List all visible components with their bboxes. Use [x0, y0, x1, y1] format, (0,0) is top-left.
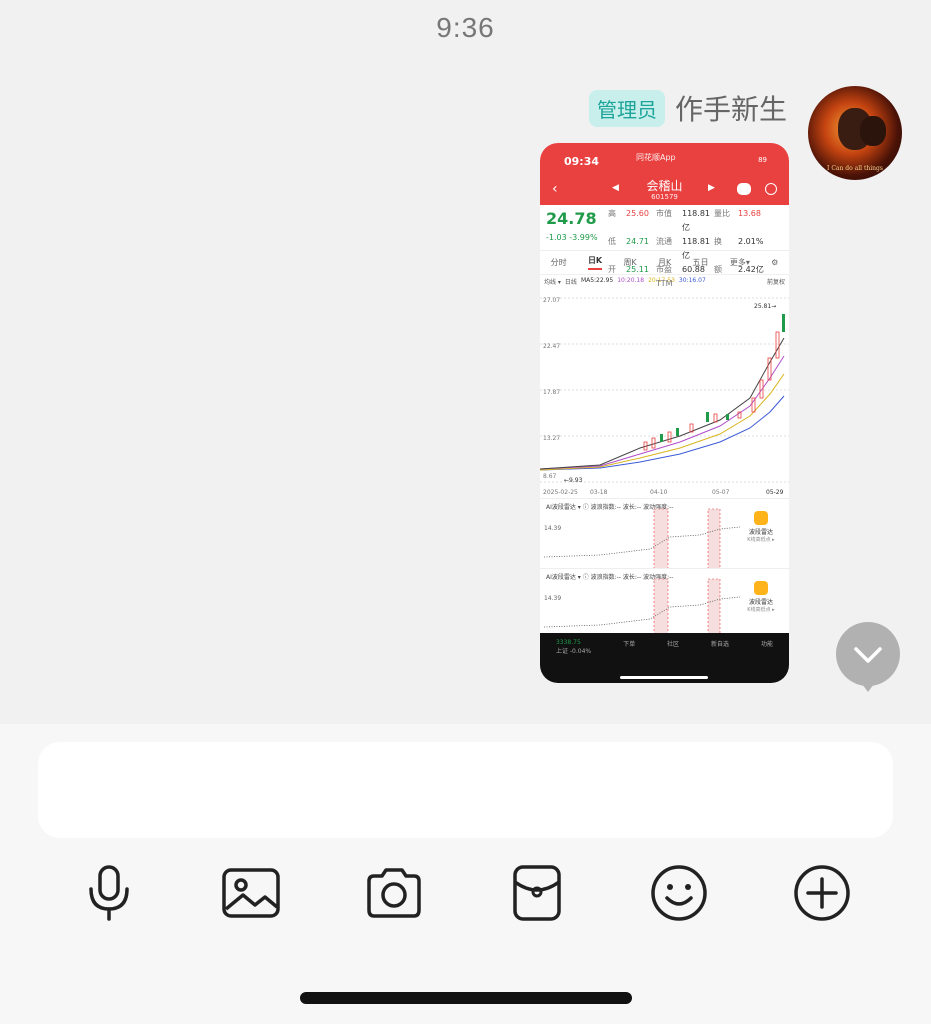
admin-badge: 管理员 [588, 89, 665, 127]
x-tick-3: 04-10 [650, 489, 668, 496]
avatar-caption: I Can do all things [827, 165, 883, 172]
ma-type: 均线 ▾ [544, 279, 561, 286]
plus-icon [794, 865, 850, 921]
q-pe-label: 市盈TTM [656, 265, 673, 288]
scroll-to-bottom-button[interactable] [836, 622, 900, 692]
q-amt-label: 额 [714, 265, 722, 274]
q-vr-label: 量比 [714, 209, 730, 218]
shot-stock-name: 会稽山 [646, 179, 683, 193]
q-high: 25.60 [626, 209, 649, 218]
shot-battery: 89 [758, 156, 767, 164]
x-tick-2: 03-18 [590, 489, 608, 496]
shot-time: 09:34 [564, 155, 600, 168]
shot-index-name: 上证 -0.04% [555, 648, 592, 655]
q-turn-label: 换 [714, 237, 722, 246]
shot-kline-chart: 27.07 22.47 17.87 13.27 8.67 25.81→ ←9.9… [540, 288, 789, 498]
composer [0, 724, 931, 1024]
red-packet-button[interactable] [502, 858, 572, 928]
home-indicator [300, 992, 632, 1004]
q-open-label: 开 [608, 265, 616, 274]
x-tick-1: 2025-02-25 [543, 489, 578, 496]
microphone-icon [89, 865, 129, 921]
panel-1-radar: 波段雷达 K线高低点 ▸ [739, 511, 783, 543]
q-float-label: 流通 [656, 237, 672, 246]
camera-button[interactable] [359, 858, 429, 928]
ma20-line [540, 373, 785, 471]
status-time: 9:36 [436, 12, 495, 43]
image-message[interactable]: 09:34 同花顺App 89 ‹ ◀ ▶ 会稽山 601579 24.78 -… [540, 143, 789, 683]
q-low-label: 低 [608, 237, 616, 246]
shot-change: -1.03 -3.99% [546, 233, 598, 242]
shot-quote-grid: 高 25.60 市值 118.81亿 量比 13.68 低 24.71 流通 1… [608, 207, 785, 291]
red-packet-icon [513, 865, 561, 921]
kline-svg: 27.07 22.47 17.87 13.27 8.67 25.81→ ←9.9… [540, 297, 789, 496]
q-mcap-label: 市值 [656, 209, 672, 218]
panel-2-radar-label: 波段雷达 [748, 599, 773, 606]
avatar[interactable]: I Can do all things [808, 86, 902, 180]
voice-button[interactable] [74, 858, 144, 928]
y-tick-2: 22.47 [543, 343, 560, 350]
shot-tab-intraday: 分时 [550, 258, 567, 267]
candles [643, 314, 785, 451]
q-vr: 13.68 [738, 209, 761, 218]
q-mcap: 118.81亿 [682, 209, 710, 232]
y-tick-5: 8.67 [543, 473, 557, 480]
shot-app-name: 同花顺App [636, 153, 676, 162]
shot-index-value: 3338.75 [555, 639, 581, 646]
ma30-line [540, 395, 785, 471]
panel-1-radar-label: 波段雷达 [748, 529, 773, 536]
shot-robot-icon [737, 183, 751, 195]
y-tick-3: 17.87 [543, 389, 560, 396]
shot-bottom-nav: 3338.75 上证 -0.04% 下单 社区 新自选 功能 [540, 633, 789, 683]
shot-index: 3338.75 上证 -0.04% [556, 639, 591, 683]
composer-toolbar [0, 858, 931, 928]
q-low: 24.71 [626, 237, 649, 246]
y-tick-4: 13.27 [543, 435, 560, 442]
panel-2-radar: 波段雷达 K线高低点 ▸ [739, 581, 783, 613]
x-tick-4: 05-07 [712, 489, 730, 496]
message-input[interactable] [38, 742, 893, 838]
q-pe: 60.88 [682, 265, 705, 274]
max-label: 25.81→ [754, 303, 776, 310]
image-icon [222, 868, 280, 918]
shot-nav-functions: 功能 [760, 641, 773, 648]
shot-nav-watchlist: 新自选 [711, 641, 730, 648]
q-amt: 2.42亿 [738, 265, 764, 274]
shot-home-indicator [620, 676, 708, 679]
more-button[interactable] [787, 858, 857, 928]
panel-2-radar-sub: K线高低点 ▸ [747, 607, 775, 613]
sender-name[interactable]: 作手新生 [675, 88, 787, 128]
radar-icon [754, 511, 768, 525]
emoji-button[interactable] [644, 858, 714, 928]
shot-search-icon [765, 183, 777, 195]
q-open: 25.11 [626, 265, 649, 274]
ma5-line [540, 337, 785, 470]
ma-period: 日线 [564, 279, 577, 286]
x-tick-5: 05-29 [766, 489, 784, 496]
shot-indicator-panel-1: AI波段雷达 ▾ ⓘ 波浪指数:-- 波长:-- 波动强度:-- 14.39 波… [540, 498, 789, 569]
shot-header: 09:34 同花顺App 89 ‹ ◀ ▶ 会稽山 601579 [540, 143, 789, 205]
shot-stock-code: 601579 [651, 193, 678, 201]
q-float: 118.81亿 [682, 237, 710, 260]
shot-tab-daily: 日K [587, 255, 603, 270]
y-tick-1: 27.07 [543, 297, 560, 304]
q-turn: 2.01% [738, 237, 764, 246]
avatar-figure-2 [860, 116, 886, 146]
chevron-down-icon [854, 647, 882, 663]
gallery-button[interactable] [216, 858, 286, 928]
sender-row: 管理员 作手新生 [588, 88, 787, 128]
shot-quote: 24.78 -1.03 -3.99% 高 25.60 市值 118.81亿 量比… [540, 205, 789, 288]
shot-price: 24.78 [546, 209, 597, 228]
panel-1-radar-sub: K线高低点 ▸ [747, 537, 775, 543]
emoji-icon [651, 865, 707, 921]
min-label: ←9.93 [564, 477, 583, 484]
camera-icon [367, 868, 421, 918]
q-high-label: 高 [608, 209, 616, 218]
radar-icon [754, 581, 768, 595]
shot-indicator-panel-2: AI波段雷达 ▾ ⓘ 波浪指数:-- 波长:-- 波动强度:-- 14.39 波… [540, 568, 789, 639]
